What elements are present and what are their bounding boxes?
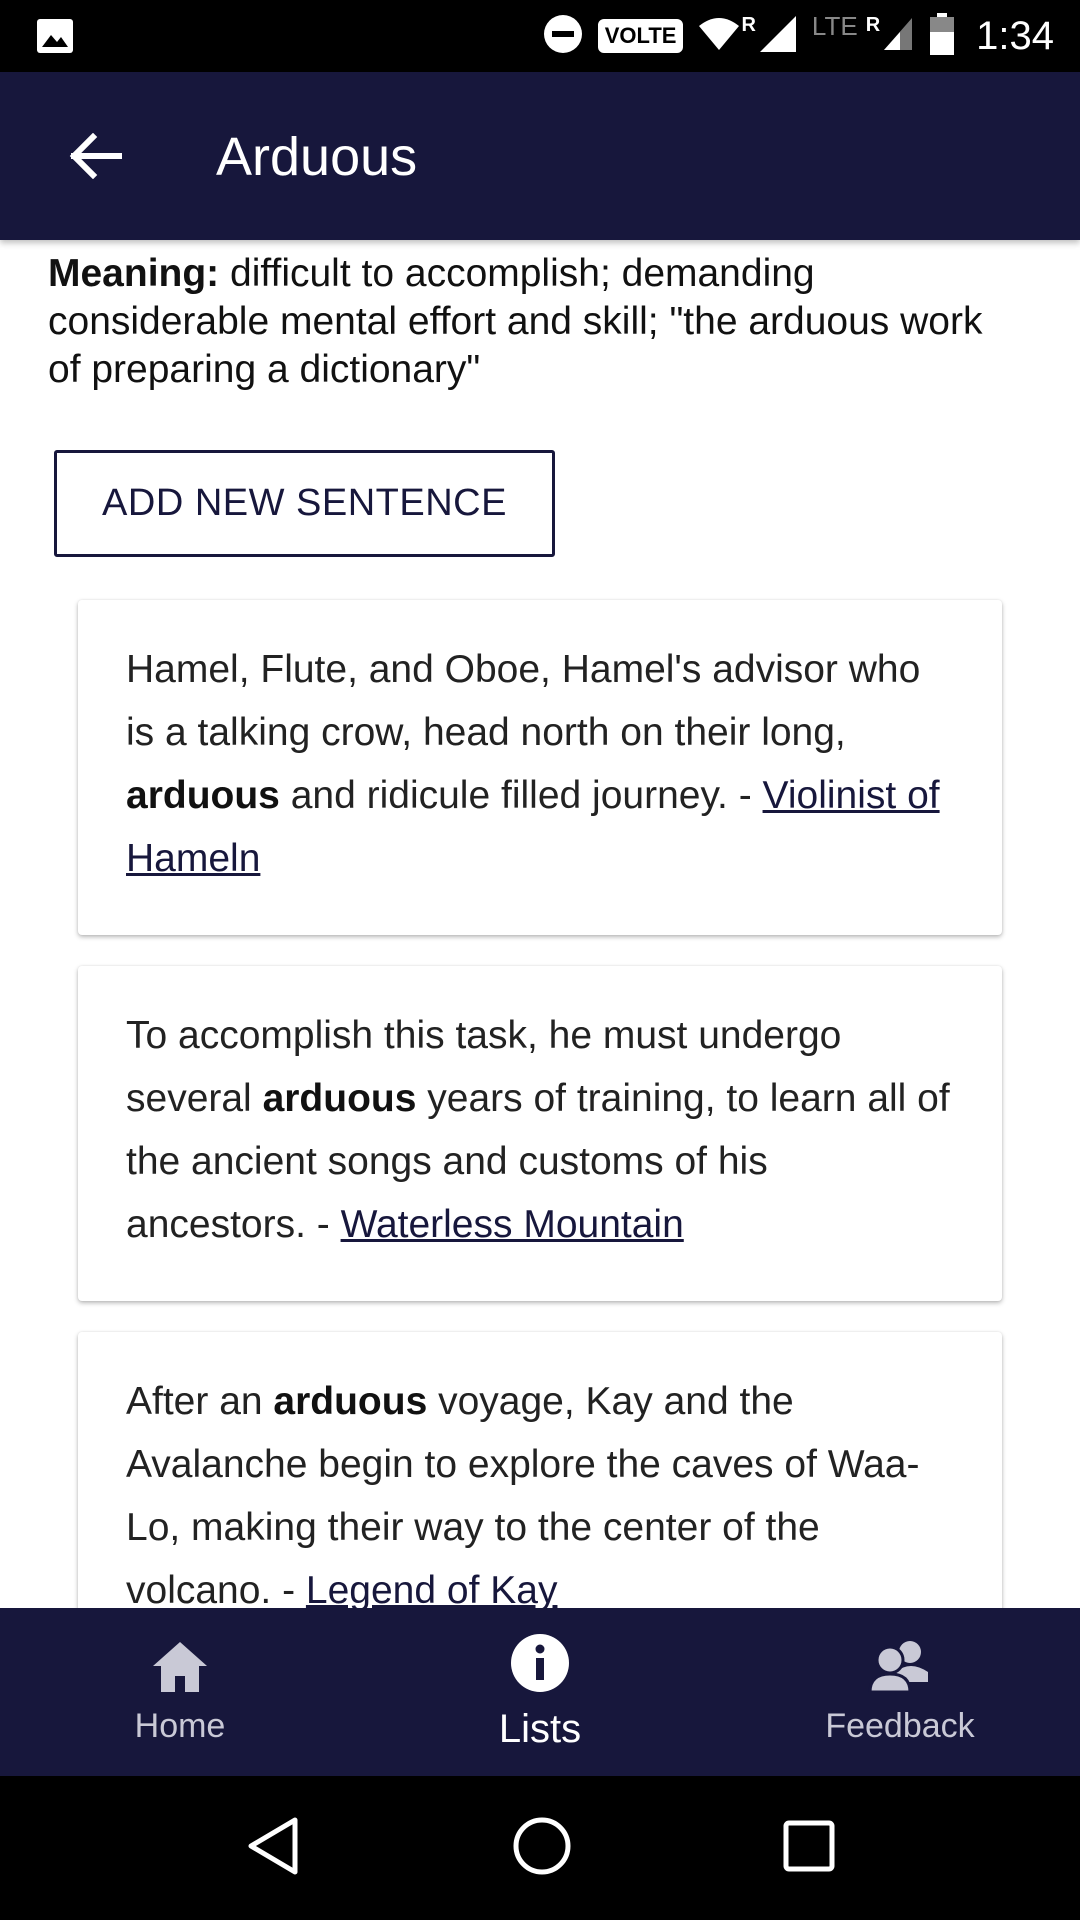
sentence-card: After an arduous voyage, Kay and the Ava… bbox=[78, 1332, 1002, 1608]
add-new-sentence-button[interactable]: ADD NEW SENTENCE bbox=[54, 450, 555, 557]
signal-strength-icon bbox=[758, 14, 798, 59]
gallery-notification-icon bbox=[36, 18, 74, 59]
bottom-navigation: Home Lists Feedback bbox=[0, 1608, 1080, 1776]
back-button[interactable] bbox=[60, 122, 132, 194]
app-bar: Arduous bbox=[0, 72, 1080, 240]
nav-home[interactable]: Home bbox=[0, 1608, 360, 1776]
sentence-text-before: After an bbox=[126, 1380, 274, 1423]
nav-home-label: Home bbox=[134, 1707, 226, 1745]
sentence-keyword: arduous bbox=[273, 1380, 428, 1423]
nav-lists[interactable]: Lists bbox=[360, 1608, 720, 1776]
nav-feedback[interactable]: Feedback bbox=[720, 1608, 1080, 1776]
home-icon bbox=[149, 1638, 211, 1699]
do-not-disturb-icon bbox=[542, 13, 584, 60]
nav-feedback-label: Feedback bbox=[825, 1707, 975, 1745]
sentence-text: After an arduous voyage, Kay and the Ava… bbox=[126, 1370, 954, 1608]
system-navigation-bar bbox=[0, 1776, 1080, 1920]
sentence-text-after: and ridicule filled journey. - bbox=[279, 774, 763, 817]
definition-label: Meaning: bbox=[48, 252, 220, 295]
sentence-text: To accomplish this task, he must undergo… bbox=[126, 1004, 954, 1256]
sentence-text: Hamel, Flute, and Oboe, Hamel's advisor … bbox=[126, 638, 954, 890]
sentence-keyword: arduous bbox=[126, 774, 280, 817]
network-type: LTE bbox=[811, 10, 858, 41]
nav-lists-label: Lists bbox=[498, 1707, 582, 1751]
definition: Meaning: difficult to accomplish; demand… bbox=[48, 250, 988, 394]
system-back-icon[interactable] bbox=[245, 1816, 301, 1881]
signal-strength-icon-2 bbox=[882, 16, 914, 57]
sentence-keyword: arduous bbox=[262, 1077, 417, 1120]
sentence-card: To accomplish this task, he must undergo… bbox=[78, 966, 1002, 1301]
status-bar: VOLTE R LTE R 1:34 bbox=[0, 0, 1080, 72]
arrow-back-icon bbox=[69, 132, 123, 184]
sentence-card: Hamel, Flute, and Oboe, Hamel's advisor … bbox=[78, 600, 1002, 935]
system-recents-icon[interactable] bbox=[783, 1820, 835, 1877]
word-detail-content[interactable]: Meaning: difficult to accomplish; demand… bbox=[0, 240, 1080, 1608]
system-home-icon[interactable] bbox=[512, 1816, 572, 1881]
volte-badge: VOLTE bbox=[597, 19, 684, 53]
battery-icon bbox=[928, 12, 956, 61]
page-title: Arduous bbox=[216, 127, 418, 187]
source-link[interactable]: Legend of Kay bbox=[306, 1569, 558, 1608]
people-icon bbox=[866, 1638, 934, 1699]
wifi-icon bbox=[697, 16, 741, 57]
clock: 1:34 bbox=[976, 13, 1054, 58]
roaming-indicator: R bbox=[741, 13, 756, 36]
sentence-text-before: Hamel, Flute, and Oboe, Hamel's advisor … bbox=[126, 648, 921, 754]
roaming-indicator-2: R bbox=[865, 13, 881, 36]
source-link[interactable]: Waterless Mountain bbox=[341, 1203, 684, 1246]
info-icon bbox=[509, 1632, 571, 1699]
